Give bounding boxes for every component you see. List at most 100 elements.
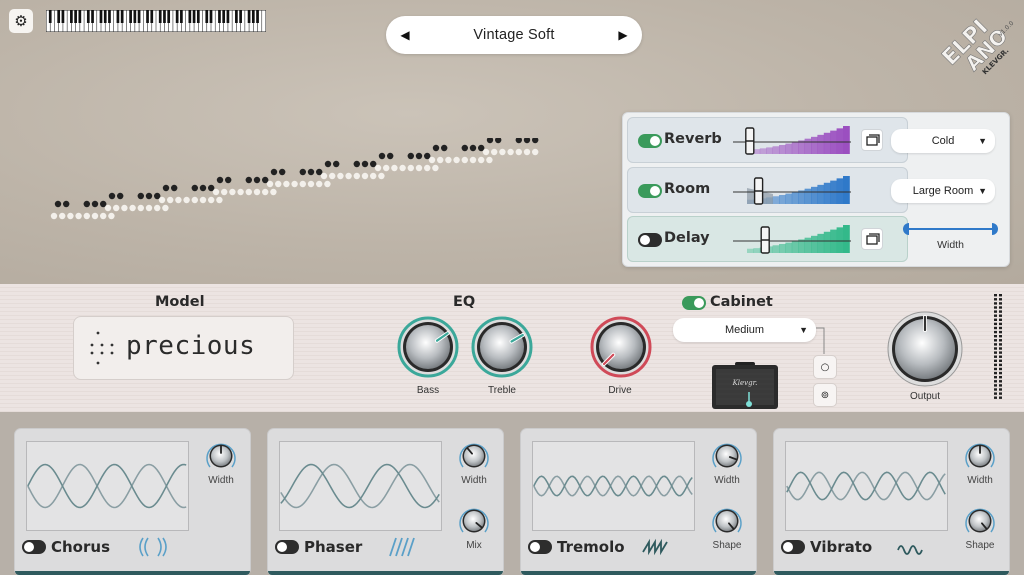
vibrato-width-label: Width [967,475,993,486]
mic-connector-line [816,327,825,354]
tremolo-label: Tremolo [557,538,625,556]
chorus-module: Width Chorus [14,428,251,575]
treble-knob[interactable] [471,316,533,378]
delay-window-button[interactable] [861,228,883,250]
delay-label: Delay [664,230,710,246]
next-preset-button[interactable]: ▶ [616,28,630,42]
room-toggle[interactable] [638,184,662,198]
cabinet-toggle[interactable] [682,296,706,310]
chevron-down-icon: ▼ [978,186,987,196]
output-level-meter [994,294,1002,399]
reverb-window-button[interactable] [861,129,883,151]
tremolo-shape-label: Shape [712,540,742,551]
model-selector[interactable]: precious [73,316,294,380]
tremolo-width-label: Width [714,475,740,486]
room-slider[interactable] [733,174,851,206]
delay-toggle[interactable] [638,233,662,247]
reverb-type-value: Cold [931,135,955,147]
model-name: precious [126,331,256,361]
bass-label: Bass [416,385,440,396]
vibrato-accent-bar [774,571,1009,575]
chorus-toggle[interactable] [22,540,46,554]
vibrato-label: Vibrato [810,538,873,556]
cabinet-title: Cabinet [710,294,773,310]
vibrato-width-knob[interactable] [962,438,998,474]
reverb-slider[interactable] [733,124,851,156]
circle-icon: ○ [820,361,830,373]
room-label: Room [664,181,711,197]
phaser-width-knob[interactable] [456,438,492,474]
window-icon [866,134,880,146]
chorus-icon [139,537,167,557]
output-knob[interactable] [886,310,964,388]
chorus-width-knob[interactable] [203,438,239,474]
prev-preset-button[interactable]: ◀ [398,28,412,42]
chorus-width-label: Width [208,475,234,486]
phaser-label: Phaser [304,538,363,556]
reverb-type-select[interactable]: Cold ▼ [891,129,995,153]
settings-button[interactable]: ⚙ [9,9,33,33]
top-panel: ⚙ ◀ Vintage Soft ▶ ELPI ANO KLEVGR. v1.0… [0,0,1024,284]
tremolo-accent-bar [521,571,756,575]
window-icon [866,233,880,245]
amp-brand: Klevgr. [732,379,758,387]
tremolo-module: Width Shape Tremolo [520,428,757,575]
amp-cabinet-icon[interactable]: Klevgr. [711,362,779,410]
chorus-waveform [26,441,189,531]
tremolo-width-knob[interactable] [709,438,745,474]
phaser-width-label: Width [461,475,487,486]
instrument-strip: Model precious EQ Bass Treble Drive Cabi… [0,284,1024,412]
output-label: Output [909,391,941,402]
treble-label: Treble [488,385,516,396]
preset-selector[interactable]: ◀ Vintage Soft ▶ [386,16,642,54]
reverb-row: Reverb [627,117,908,163]
chevron-down-icon: ▼ [978,136,987,146]
double-mic-button[interactable]: ⊚ [813,383,837,407]
eq-title: EQ [453,294,476,310]
model-dots-icon [90,331,114,365]
model-title: Model [155,294,205,310]
cabinet-type-value: Medium [724,324,765,336]
tremolo-icon [642,538,668,556]
drive-label: Drive [608,385,632,396]
elpiano-plugin-window: ⚙ ◀ Vintage Soft ▶ ELPI ANO KLEVGR. v1.0… [0,0,1024,575]
reverb-label: Reverb [664,131,722,147]
keyboard-icon[interactable] [46,10,266,32]
room-type-select[interactable]: Large Room ▼ [891,179,995,203]
delay-slider[interactable] [733,223,851,255]
room-type-value: Large Room [912,185,974,197]
vibrato-shape-label: Shape [965,540,995,551]
reverb-toggle[interactable] [638,134,662,148]
double-circle-icon: ⊚ [820,389,830,401]
phaser-icon [389,537,415,557]
phaser-module: Width Mix Phaser [267,428,504,575]
phaser-accent-bar [268,571,503,575]
vibrato-icon [897,545,923,555]
chorus-accent-bar [15,571,250,575]
tremolo-waveform [532,441,695,531]
phaser-waveform [279,441,442,531]
tremolo-toggle[interactable] [528,540,552,554]
drive-knob[interactable] [590,316,652,378]
phaser-toggle[interactable] [275,540,299,554]
chorus-label: Chorus [51,538,110,556]
phaser-mix-label: Mix [466,540,482,551]
gear-icon: ⚙ [14,11,28,30]
cabinet-type-select[interactable]: Medium ▼ [673,318,816,342]
single-mic-button[interactable]: ○ [813,355,837,379]
room-row: Room [627,167,908,213]
bass-knob[interactable] [397,316,459,378]
tremolo-shape-knob[interactable] [709,503,745,539]
modulation-section: Width Chorus Width Mix Phaser Width Shap… [0,412,1024,575]
fx-panel: Reverb Cold ▼ Room Large Room ▼ Delay Wi… [622,112,1010,267]
delay-row: Delay [627,216,908,262]
vibrato-shape-knob[interactable] [962,503,998,539]
velocity-steps-display [50,138,539,220]
vibrato-toggle[interactable] [781,540,805,554]
phaser-mix-knob[interactable] [456,503,492,539]
vibrato-waveform [785,441,948,531]
elpiano-logo: ELPI ANO KLEVGR. v1.0.0 [937,15,1015,76]
width-label: Width [937,239,964,251]
preset-name: Vintage Soft [473,27,555,43]
vibrato-module: Width Shape Vibrato [773,428,1010,575]
